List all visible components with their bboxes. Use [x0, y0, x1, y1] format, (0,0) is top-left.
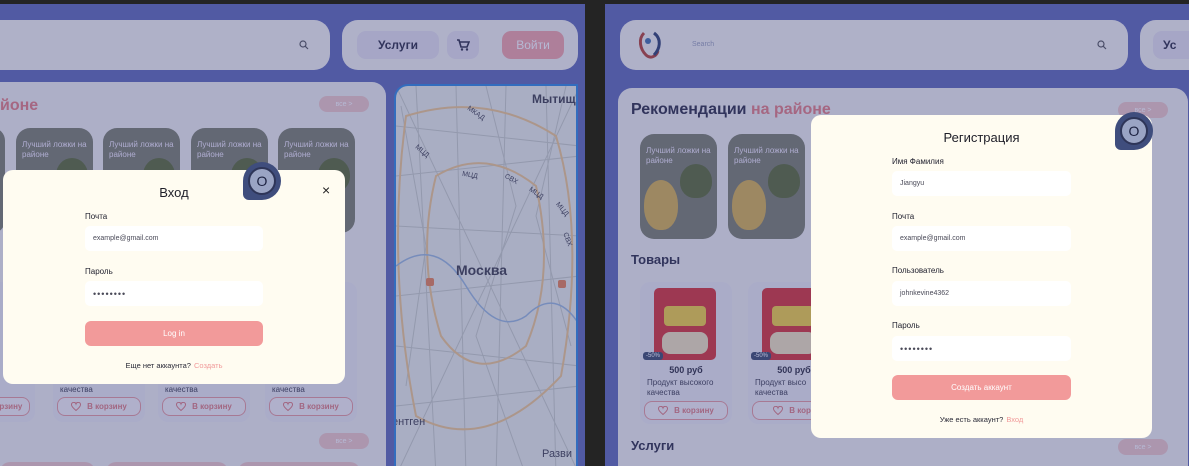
see-all-button[interactable]: все >: [319, 433, 369, 449]
header-actions: Услуги Войти: [342, 20, 578, 70]
modal-title: Вход: [159, 185, 189, 200]
register-modal: Регистрация Имя Фамилия Jiangyu Почта ex…: [811, 115, 1152, 438]
section-title: йоне: [0, 97, 39, 114]
discount-badge: -50%: [643, 352, 664, 360]
add-to-cart-button[interactable]: В корзину: [0, 397, 30, 416]
logo-icon: [638, 31, 661, 59]
login-submit-button[interactable]: Log in: [85, 321, 263, 346]
services-button[interactable]: Услуги: [357, 31, 439, 59]
heart-icon: [176, 402, 187, 411]
close-icon[interactable]: ×: [322, 182, 330, 198]
rec-tile[interactable]: Лучший ложки на районе: [728, 134, 805, 239]
goods-title: Товары: [631, 252, 681, 267]
create-account-link[interactable]: Создать: [194, 361, 223, 370]
search-icon[interactable]: [1097, 40, 1107, 50]
header-actions: Ус: [1140, 20, 1189, 70]
heart-icon: [773, 406, 784, 415]
screen: Услуги Войти йоне все > Лучший ложки на …: [0, 0, 1189, 466]
password-field[interactable]: ••••••••: [85, 281, 263, 306]
add-to-cart-button[interactable]: В корзину: [57, 397, 141, 416]
search-bar[interactable]: Search: [620, 20, 1128, 70]
email-field[interactable]: example@gmail.com: [892, 226, 1071, 251]
services-button[interactable]: Ус: [1153, 31, 1189, 59]
map-view[interactable]: Мытищ МКАД МЦД МЦД СВХ МЦД МЦД СВХ Москв…: [394, 84, 578, 466]
username-field[interactable]: johnkevine4362: [892, 281, 1071, 306]
full-name-field[interactable]: Jiangyu: [892, 171, 1071, 196]
service-chip[interactable]: [238, 462, 360, 466]
service-chip[interactable]: [0, 462, 95, 466]
heart-icon: [658, 406, 669, 415]
cart-button[interactable]: [447, 31, 479, 59]
discount-badge: -50%: [751, 352, 772, 360]
search-icon[interactable]: [299, 40, 309, 50]
login-link[interactable]: Вход: [1006, 415, 1023, 424]
password-field[interactable]: ••••••••: [892, 336, 1071, 361]
product-card[interactable]: -50% 500 руб Продукт высокого качества В…: [640, 282, 732, 424]
services-title: Услуги: [631, 438, 675, 453]
create-account-button[interactable]: Создать аккаунт: [892, 375, 1071, 400]
add-to-cart-button[interactable]: В корзину: [269, 397, 353, 416]
add-to-cart-button[interactable]: В корзину: [162, 397, 246, 416]
price: 500 руб: [669, 365, 703, 375]
signup-prompt: Еще нет аккаунта? Создать: [125, 361, 223, 370]
login-button[interactable]: Войти: [502, 31, 564, 59]
email-field[interactable]: example@gmail.com: [85, 226, 263, 251]
see-all-button[interactable]: все >: [1118, 439, 1168, 455]
see-all-button[interactable]: все >: [319, 96, 369, 112]
heart-icon: [71, 402, 82, 411]
rec-tile[interactable]: Лучший ложки на районе: [640, 134, 717, 239]
modal-title: Регистрация: [943, 130, 1020, 145]
cart-icon: [457, 39, 470, 51]
search-input[interactable]: Search: [692, 41, 714, 48]
search-bar[interactable]: [0, 20, 330, 70]
section-title: Рекомендации на районе: [631, 101, 831, 118]
avatar[interactable]: O: [1115, 112, 1153, 150]
add-to-cart-button[interactable]: В корзину: [644, 401, 728, 420]
heart-icon: [283, 402, 294, 411]
product-image: [654, 288, 716, 360]
avatar[interactable]: O: [243, 162, 281, 200]
service-chip[interactable]: [106, 462, 228, 466]
login-modal: Вход × Почта example@gmail.com Пароль ••…: [3, 170, 345, 384]
login-prompt: Уже есть аккаунт? Вход: [939, 415, 1024, 424]
